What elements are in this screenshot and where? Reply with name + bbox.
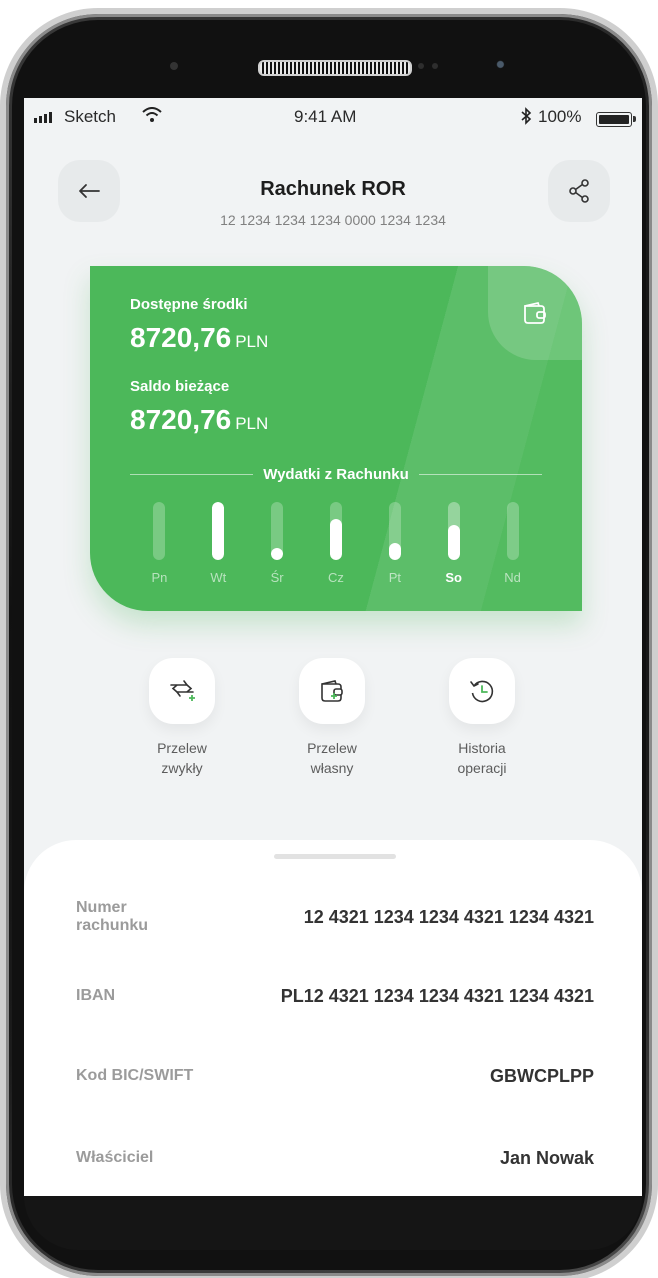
clock: 9:41 AM xyxy=(294,107,357,126)
share-icon xyxy=(569,179,589,203)
own-transfer-label: Przelew własny xyxy=(307,740,357,776)
available-funds-amount: 8720,76 PLN xyxy=(130,322,268,354)
detail-label: Właściciel xyxy=(76,1149,154,1166)
earpiece-speaker xyxy=(258,60,412,76)
transfer-label: Przelew zwykły xyxy=(157,740,207,776)
transfer-icon xyxy=(149,658,215,724)
available-funds-value: 8720,76 xyxy=(130,322,232,353)
bar-track xyxy=(153,502,166,560)
signal-icon xyxy=(34,112,52,123)
available-funds-label: Dostępne środki xyxy=(130,296,248,313)
own-transfer-button[interactable]: Przelew własny xyxy=(272,658,392,778)
day-label: Pn xyxy=(151,570,168,585)
bar-track xyxy=(447,502,460,560)
spending-chart-label: Wydatki z Rachunku xyxy=(263,465,409,483)
bar-track xyxy=(506,502,519,560)
divider xyxy=(418,473,542,475)
detail-row-iban: IBAN PL12 4321 1234 1234 4321 1234 4321 xyxy=(76,984,594,1008)
sheet-drag-handle[interactable] xyxy=(274,854,396,859)
bar-fill xyxy=(388,543,401,560)
spending-chart: Pn Wt Śr Cz Pt So Nd xyxy=(130,502,542,588)
day-label: Pt xyxy=(388,570,401,585)
detail-row-owner: Właściciel Jan Nowak xyxy=(76,1146,594,1170)
detail-label: IBAN xyxy=(76,987,116,1004)
sensor-dot xyxy=(432,63,438,69)
account-number-subtitle: 12 1234 1234 1234 0000 1234 1234 xyxy=(220,212,446,228)
account-details-sheet: Numer rachunku 12 4321 1234 1234 4321 123… xyxy=(24,840,642,1196)
share-button[interactable] xyxy=(548,160,610,222)
bar-fill xyxy=(212,502,225,560)
carrier-name: Sketch xyxy=(64,107,116,126)
detail-value[interactable]: PL12 4321 1234 1234 4321 1234 4321 xyxy=(281,986,594,1007)
day-label: Śr xyxy=(270,570,284,585)
day-label: Cz xyxy=(328,570,344,585)
bar-fill xyxy=(330,519,342,560)
detail-value[interactable]: 12 4321 1234 1234 4321 1234 4321 xyxy=(304,907,594,928)
divider xyxy=(130,473,254,475)
battery-icon xyxy=(596,112,636,127)
day-label: So xyxy=(445,570,463,585)
sensor-dot xyxy=(418,63,424,69)
detail-value[interactable]: GBWCPLPP xyxy=(490,1066,594,1087)
bluetooth-icon xyxy=(520,107,532,130)
detail-value[interactable]: Jan Nowak xyxy=(500,1148,594,1169)
bar-fill xyxy=(271,548,284,560)
bar-fill xyxy=(447,525,460,560)
detail-row-account-number: Numer rachunku 12 4321 1234 1234 4321 123… xyxy=(76,894,594,940)
history-icon xyxy=(449,658,515,724)
transfer-button[interactable]: Przelew zwykły xyxy=(122,658,242,778)
account-card[interactable]: Dostępne środki 8720,76 PLN Saldo bieżące… xyxy=(90,266,582,611)
day-label: Nd xyxy=(504,570,521,585)
battery-percent: 100% xyxy=(538,107,582,126)
bar-track xyxy=(388,502,401,560)
current-balance-amount: 8720,76 PLN xyxy=(130,404,268,436)
bar-track xyxy=(330,502,342,560)
bar-track xyxy=(271,502,284,560)
screen: Sketch 9:41 AM 100% Rachunek ROR 12 1234… xyxy=(24,98,642,1196)
detail-row-bic-swift: Kod BIC/SWIFT GBWCPLPP xyxy=(76,1064,594,1088)
wifi-icon xyxy=(142,107,162,128)
wallet-plus-icon xyxy=(299,658,365,724)
current-balance-label: Saldo bieżące xyxy=(130,378,230,395)
spending-chart-title: Wydatki z Rachunku xyxy=(130,464,542,484)
bar-track xyxy=(212,502,225,560)
detail-label: Numer rachunku xyxy=(76,899,149,934)
detail-label: Kod BIC/SWIFT xyxy=(76,1067,194,1084)
status-bar: Sketch 9:41 AM 100% xyxy=(24,98,642,138)
bottom-bezel xyxy=(24,1196,642,1250)
quick-actions: Przelew zwykły Przelew własny Historia oper… xyxy=(24,658,642,798)
sensor-dot xyxy=(170,62,178,70)
current-balance-value: 8720,76 xyxy=(130,404,232,435)
front-camera xyxy=(494,58,510,74)
available-funds-currency: PLN xyxy=(235,332,269,351)
day-label: Wt xyxy=(210,570,227,585)
current-balance-currency: PLN xyxy=(235,414,269,433)
history-button[interactable]: Historia operacji xyxy=(422,658,542,778)
history-label: Historia operacji xyxy=(457,740,507,776)
